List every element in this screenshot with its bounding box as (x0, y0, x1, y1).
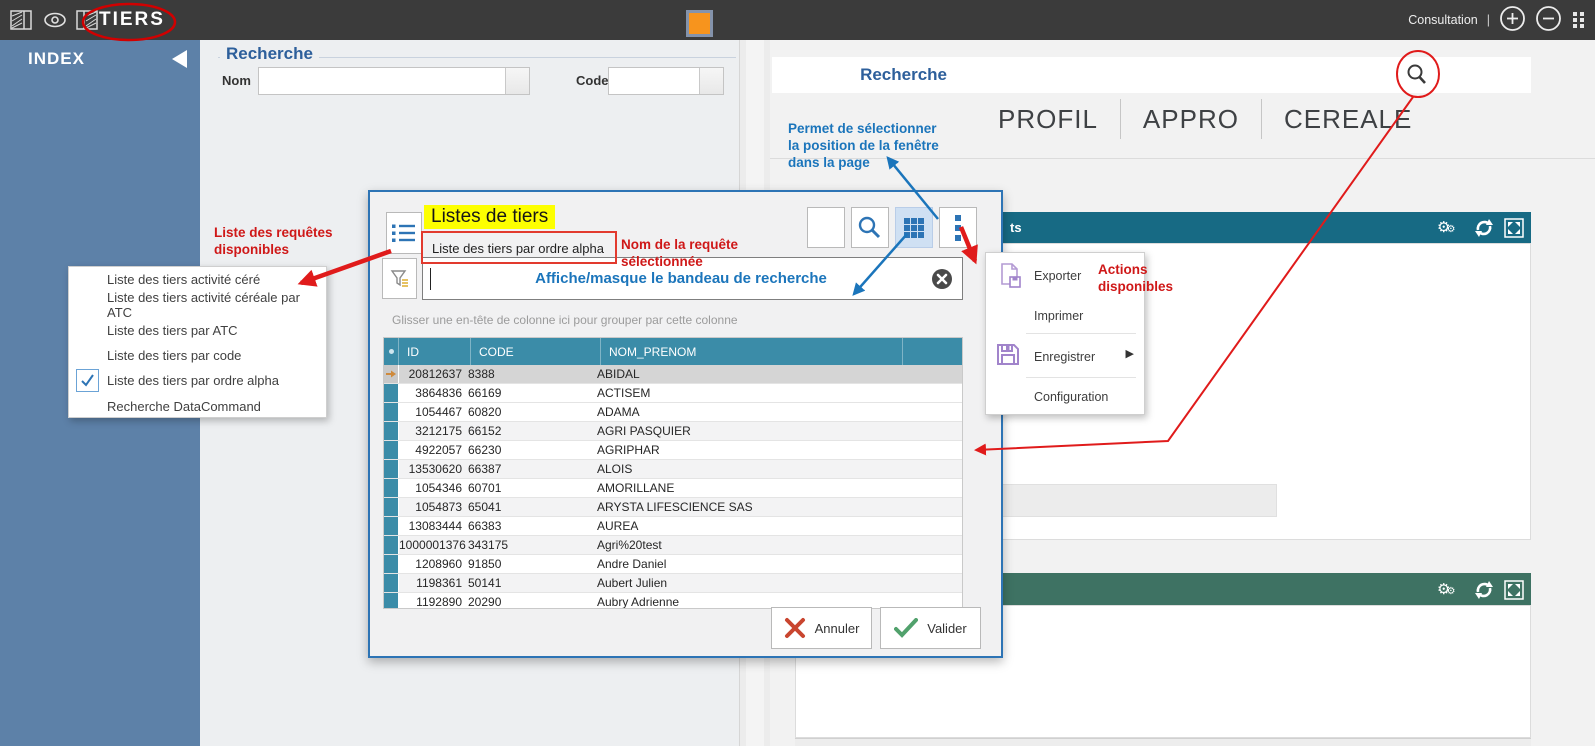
nom-lookup-button[interactable] (505, 68, 529, 94)
grid-col-nom[interactable]: NOM_PRENOM (601, 338, 903, 365)
mode-separator: | (1487, 13, 1490, 27)
table-row[interactable]: 321217566152AGRI PASQUIER (384, 422, 962, 441)
validate-button[interactable]: Valider (880, 607, 981, 649)
section2-scrollbar[interactable] (795, 738, 1531, 746)
save-icon (996, 343, 1020, 371)
table-row[interactable]: 105487365041ARYSTA LIFESCIENCE SAS (384, 498, 962, 517)
validate-check-icon (894, 618, 918, 638)
nom-input[interactable] (259, 68, 505, 94)
table-row[interactable]: 119836150141Aubert Julien (384, 574, 962, 593)
menu-item-exporter[interactable]: Exporter (1034, 269, 1081, 283)
menu-separator (1026, 333, 1136, 334)
table-row[interactable]: 119289020290Aubry Adrienne (384, 593, 962, 609)
tab-appro[interactable]: APPRO (1143, 104, 1239, 135)
query-menu-item[interactable]: Recherche DataCommand (69, 393, 326, 418)
clear-search-icon[interactable] (931, 268, 953, 290)
grid-col-code[interactable]: CODE (471, 338, 601, 365)
code-lookup-button[interactable] (699, 68, 723, 94)
export-icon (999, 263, 1023, 294)
filter-button[interactable] (382, 258, 417, 299)
sidebar-title: INDEX (28, 49, 85, 69)
table-row[interactable]: 1000001376343175Agri%20test (384, 536, 962, 555)
tab-separator (1261, 99, 1262, 139)
annotation-actions: Actions disponibles (1098, 261, 1173, 295)
checked-icon (76, 369, 99, 392)
app-window: TIERS Consultation | INDEX Recherche Nom (0, 0, 1595, 746)
profile-tabs: PROFIL APPRO CEREALE (998, 97, 1412, 141)
topbar-right-cluster: Consultation | (1408, 0, 1587, 40)
left-search-title: Recherche (220, 44, 319, 64)
cancel-x-icon (784, 617, 806, 639)
query-menu-item[interactable]: Liste des tiers activité céré (69, 267, 326, 292)
collapse-sidebar-icon[interactable] (172, 50, 187, 68)
section1-expand-icon[interactable] (1504, 218, 1524, 243)
menu-item-enregistrer[interactable]: Enregistrer (1034, 350, 1095, 364)
right-search-bar[interactable]: Recherche (772, 57, 1531, 93)
query-menu-item[interactable]: Liste des tiers par code (69, 343, 326, 368)
tiers-grid[interactable]: ID CODE NOM_PRENOM 208126378388ABIDAL 38… (383, 337, 963, 609)
top-bar: TIERS Consultation | (0, 0, 1595, 40)
app-title: TIERS (99, 0, 165, 40)
grid-header-row: ID CODE NOM_PRENOM (384, 338, 962, 365)
dialog-title: Listes de tiers (424, 205, 555, 229)
section1-settings-icon[interactable]: ⚙⚙ (1437, 218, 1455, 236)
right-search-icon[interactable] (1404, 62, 1430, 93)
nom-field[interactable] (258, 67, 530, 95)
row-selector (384, 365, 399, 383)
orange-square-button[interactable] (686, 10, 713, 37)
query-list-button[interactable] (386, 212, 422, 254)
window-position-button[interactable] (895, 207, 933, 248)
query-menu: Liste des tiers activité céré Liste des … (68, 266, 327, 418)
code-field[interactable] (608, 67, 724, 95)
right-search-label: Recherche (782, 57, 947, 93)
zoom-out-button[interactable] (1535, 5, 1562, 35)
code-label: Code (576, 73, 609, 88)
table-row[interactable]: 1353062066387ALOIS (384, 460, 962, 479)
menu-separator (1026, 377, 1136, 378)
tab-separator (1120, 99, 1121, 139)
annotation-available-queries: Liste des requêtes disponibles (214, 224, 333, 258)
apps-grid-icon[interactable] (1571, 9, 1587, 32)
section1-title: ts (1010, 220, 1022, 235)
table-row[interactable]: 1308344466383AUREA (384, 517, 962, 536)
table-row[interactable]: 105434660701AMORILLANE (384, 479, 962, 498)
cancel-button[interactable]: Annuler (771, 607, 872, 649)
blank-button[interactable] (807, 207, 845, 248)
annotation-search-band: Affiche/masque le bandeau de recherche (431, 270, 931, 287)
grid-col-id[interactable]: ID (399, 338, 471, 365)
table-row-selected[interactable]: 208126378388ABIDAL (384, 365, 962, 384)
window-alt-icon[interactable] (76, 10, 98, 35)
menu-item-imprimer[interactable]: Imprimer (1034, 309, 1083, 323)
eye-icon[interactable] (42, 11, 68, 34)
search-toggle-button[interactable] (851, 207, 889, 248)
section2-expand-icon[interactable] (1504, 580, 1524, 605)
right-search-input[interactable] (962, 61, 1392, 89)
query-menu-item-selected[interactable]: Liste des tiers par ordre alpha (69, 368, 326, 393)
nom-label: Nom (222, 73, 251, 88)
section2-refresh-icon[interactable] (1473, 579, 1495, 606)
table-row[interactable]: 492205766230AGRIPHAR (384, 441, 962, 460)
tab-cereale[interactable]: CEREALE (1284, 104, 1412, 135)
code-input[interactable] (609, 68, 699, 94)
grid-selector-header (384, 338, 399, 365)
section1-refresh-icon[interactable] (1473, 217, 1495, 244)
annotation-window-position: Permet de sélectionner la position de la… (788, 120, 939, 171)
group-by-hint: Glisser une en-tête de colonne ici pour … (392, 313, 738, 327)
table-row[interactable]: 386483666169ACTISEM (384, 384, 962, 403)
selected-query-name: Liste des tiers par ordre alpha (432, 241, 604, 256)
mode-label: Consultation (1408, 13, 1478, 27)
zoom-in-button[interactable] (1499, 5, 1526, 35)
annotation-query-name: Nom de la requête sélectionnée (621, 236, 738, 270)
submenu-arrow-icon: ▶ (1126, 347, 1134, 360)
query-menu-item[interactable]: Liste des tiers par ATC (69, 318, 326, 343)
table-row[interactable]: 120896091850Andre Daniel (384, 555, 962, 574)
menu-item-configuration[interactable]: Configuration (1034, 390, 1108, 404)
section2-settings-icon[interactable]: ⚙⚙ (1437, 580, 1455, 598)
table-row[interactable]: 105446760820ADAMA (384, 403, 962, 422)
tab-profil[interactable]: PROFIL (998, 104, 1098, 135)
query-menu-item[interactable]: Liste des tiers activité céréale par ATC (69, 292, 326, 317)
window-icon[interactable] (10, 10, 32, 35)
actions-kebab-button[interactable] (939, 207, 977, 248)
